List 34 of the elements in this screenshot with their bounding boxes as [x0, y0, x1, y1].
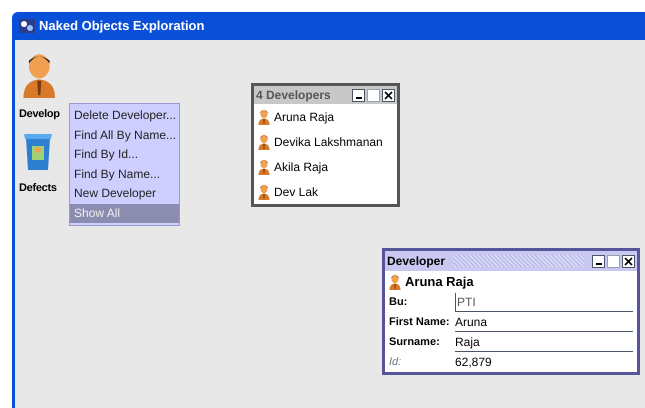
close-button[interactable]: [382, 88, 395, 102]
list-item[interactable]: Dev Lak: [254, 179, 397, 204]
app-logo-icon: [19, 19, 35, 33]
text-field[interactable]: PTI: [455, 292, 633, 312]
person-icon: [258, 134, 270, 150]
menu-item[interactable]: New Developer: [70, 184, 179, 204]
list-item[interactable]: Aruna Raja: [254, 104, 397, 129]
menu-item[interactable]: Find By Name...: [70, 164, 179, 184]
field-value: 62,879: [455, 354, 493, 371]
field-label: Id:: [389, 354, 402, 370]
menu-item[interactable]: Find By Id...: [70, 145, 179, 164]
person-icon: [258, 108, 270, 124]
list-item[interactable]: Akila Raja: [254, 154, 397, 179]
list-item[interactable]: Devika Lakshmanan: [254, 129, 397, 154]
person-icon: [22, 52, 57, 98]
object-title: Aruna Raja: [405, 272, 474, 291]
person-icon: [389, 274, 401, 290]
text-field[interactable]: Aruna: [455, 312, 633, 332]
person-icon: [258, 158, 270, 174]
close-button[interactable]: [622, 254, 635, 268]
desktop-icon-label[interactable]: Defects: [19, 180, 57, 196]
person-icon: [258, 184, 270, 200]
menu-item[interactable]: Delete Developer...: [70, 106, 179, 126]
desktop-icon-label[interactable]: Develop: [19, 106, 60, 122]
minimize-button[interactable]: [352, 88, 365, 102]
field-label: First Name:: [389, 314, 451, 330]
list-window-title: 4 Developers: [256, 87, 331, 104]
menu-item[interactable]: Find All By Name...: [70, 126, 179, 145]
text-field[interactable]: Raja: [455, 332, 633, 352]
window-title: Naked Objects Exploration: [39, 17, 204, 36]
object-window-title: Developer: [387, 253, 446, 270]
field-label: Surname:: [389, 334, 441, 350]
field-label: Bu:: [389, 294, 408, 310]
minimize-button[interactable]: [592, 254, 605, 268]
